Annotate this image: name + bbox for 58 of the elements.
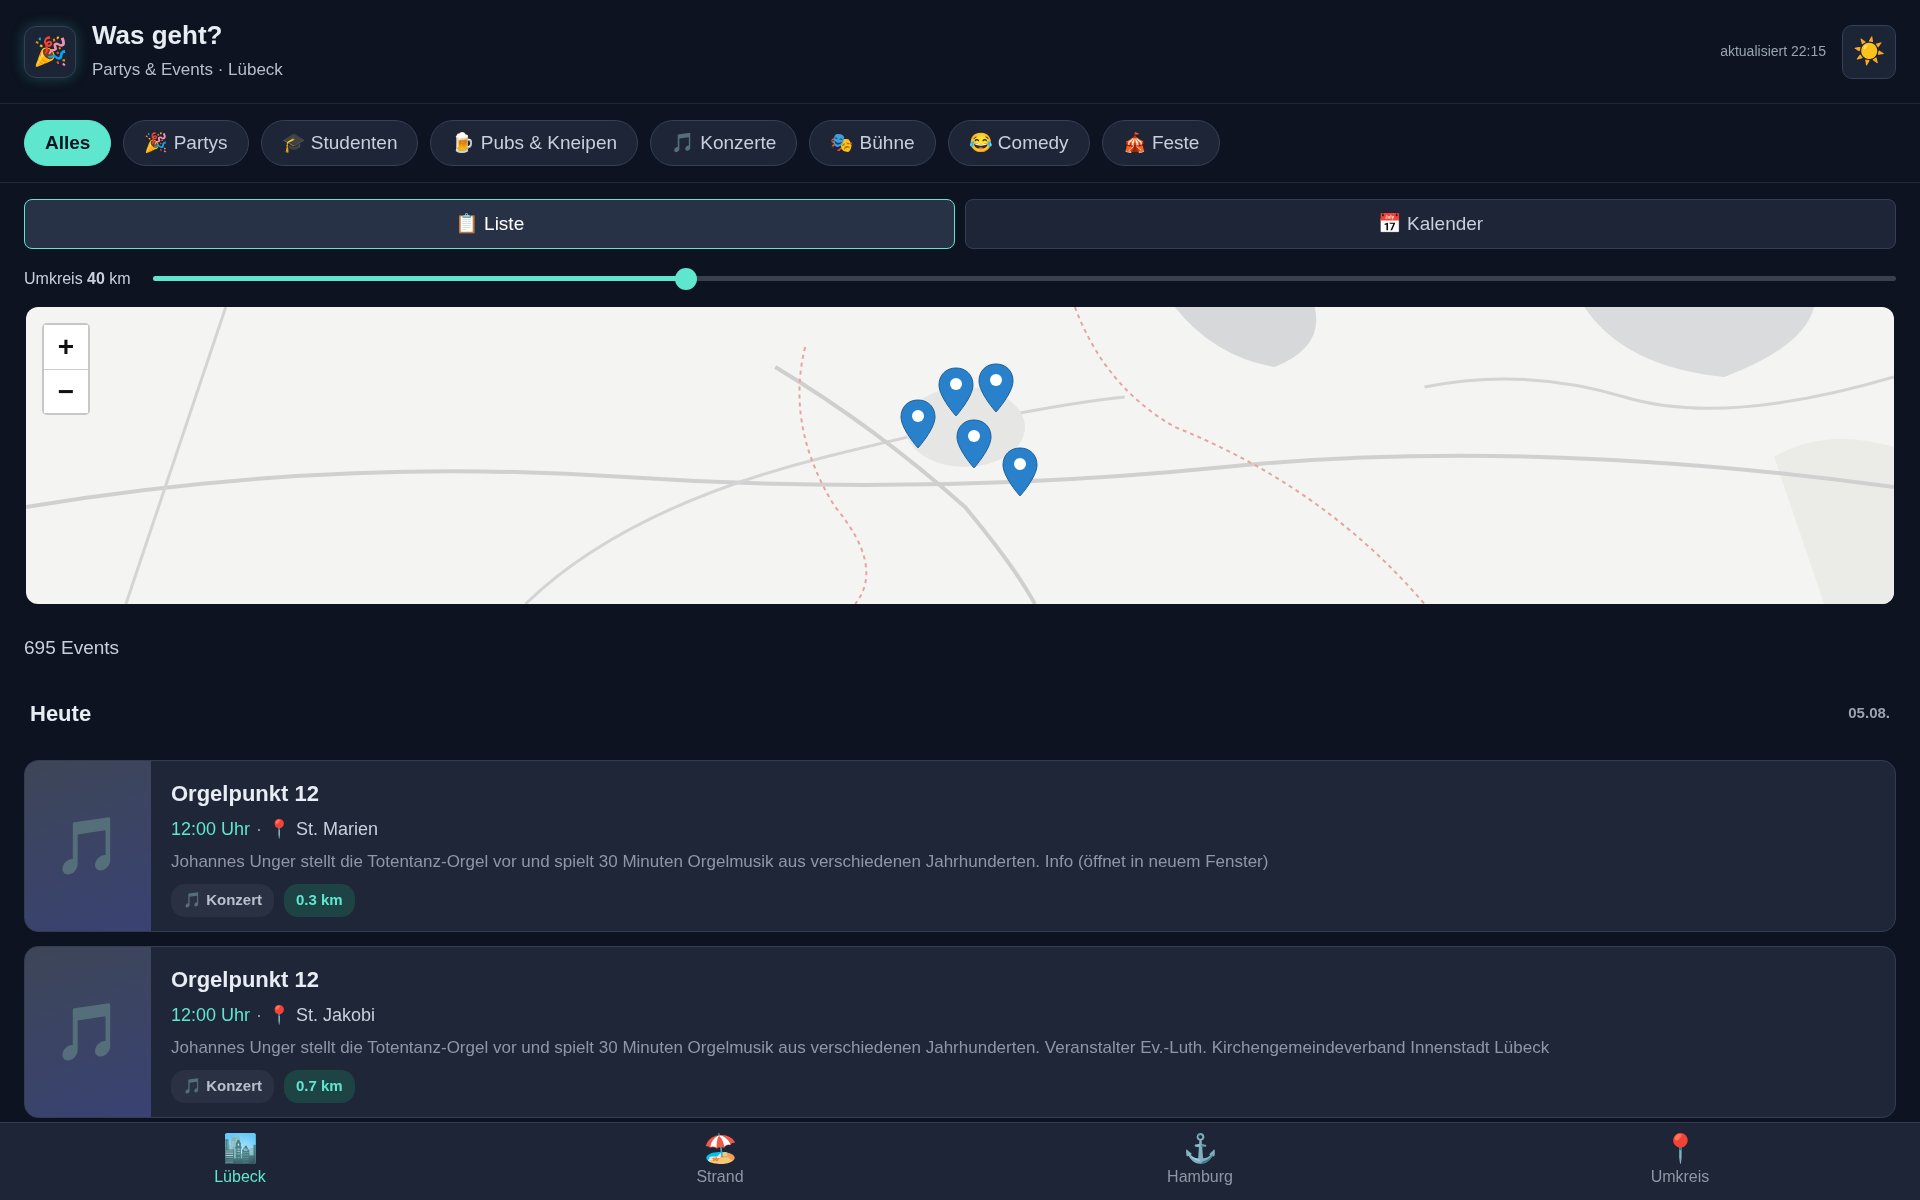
logo-icon: 🎉: [24, 25, 76, 78]
map-marker-icon[interactable]: [938, 367, 974, 417]
nav-label: Umkreis: [1650, 1166, 1710, 1187]
nav-item[interactable]: 🏖 Strand: [480, 1123, 960, 1200]
event-card[interactable]: 🎵 Orgelpunkt 12 12:00 Uhr · 📍 St. Marien Johannes Unger stellt die Totentanz-Orgel vor und spielt 30 Minuten Orgelmusik aus verschiedenen Jahrhunderten. Info (öffnet in neuem Fenster) 🎵 Konzert 0.3 km: [24, 759, 1896, 932]
event-count: 695 Events: [23, 636, 121, 660]
category-chip[interactable]: 🎉 Partys: [123, 120, 249, 166]
pin-icon: 📍: [268, 1001, 291, 1029]
category-tag: 🎵 Konzert: [171, 884, 274, 917]
event-description: Johannes Unger stellt die Totentanz-Orgel vor und spielt 30 Minuten Orgelmusik aus verschiedenen Jahrhunderten. Info (öffnet in neuem Fenster): [171, 850, 1269, 873]
app-subtitle: Partys & Events · Lübeck: [92, 59, 283, 82]
radius-slider[interactable]: [152, 268, 1896, 290]
map-marker-icon[interactable]: [978, 363, 1014, 413]
day-date: 05.08.: [1848, 702, 1890, 723]
music-note-icon: 🎵: [25, 946, 151, 1117]
map-marker-icon[interactable]: [900, 399, 936, 449]
category-chip[interactable]: Alles: [24, 120, 112, 166]
event-time: 12:00 Uhr: [171, 1003, 251, 1027]
nav-item[interactable]: ⚓ Hamburg: [960, 1123, 1440, 1200]
nav-icon: 🏖: [702, 1134, 738, 1163]
separator: ·: [256, 1003, 263, 1027]
event-venue: St. Marien: [296, 817, 379, 841]
update-time: aktualisiert 22:15: [1720, 42, 1826, 61]
distance-tag: 0.7 km: [284, 1070, 355, 1103]
nav-label: Strand: [696, 1166, 744, 1187]
nav-icon: 🏙: [222, 1134, 258, 1163]
pin-icon: 📍: [268, 815, 291, 843]
music-note-icon: 🎵: [25, 760, 151, 931]
separator: ·: [256, 817, 263, 841]
day-heading: Heute: [30, 699, 92, 728]
nav-item[interactable]: 📍 Umkreis: [1440, 1123, 1920, 1200]
event-description: Johannes Unger stellt die Totentanz-Orgel vor und spielt 30 Minuten Orgelmusik aus verschiedenen Jahrhunderten. Veranstalter Ev.-Luth. Kirchengemeindeverband Innenstadt Lübeck: [171, 1036, 1550, 1059]
category-chip[interactable]: 🎭 Bühne: [809, 120, 936, 166]
nav-label: Lübeck: [214, 1166, 266, 1187]
event-time: 12:00 Uhr: [171, 817, 251, 841]
category-chip[interactable]: 🍺 Pubs & Kneipen: [430, 120, 638, 166]
distance-tag: 0.3 km: [284, 884, 355, 917]
event-title: Orgelpunkt 12: [171, 965, 320, 994]
nav-icon: 📍: [1662, 1134, 1698, 1163]
nav-item[interactable]: 🏙 Lübeck: [0, 1123, 480, 1200]
category-chip[interactable]: 🎓 Studenten: [260, 120, 419, 166]
category-tag: 🎵 Konzert: [171, 1070, 274, 1103]
radius-label: Umkreis 40 km: [24, 269, 131, 289]
app-title: Was geht?: [92, 20, 224, 52]
category-chip[interactable]: 🎵 Konzerte: [650, 120, 798, 166]
map-marker-icon[interactable]: [956, 419, 992, 469]
event-card[interactable]: [24, 945, 1896, 1118]
view-tab[interactable]: 📅 Kalender: [965, 199, 1896, 249]
view-tab[interactable]: 📋 Liste: [24, 199, 955, 249]
event-venue: St. Jakobi: [296, 1003, 376, 1027]
category-chip[interactable]: 😂 Comedy: [947, 120, 1090, 166]
category-chip[interactable]: 🎪 Feste: [1101, 120, 1221, 166]
zoom-out-button[interactable]: −: [44, 369, 88, 413]
map-marker-icon[interactable]: [1002, 447, 1038, 497]
nav-icon: ⚓: [1182, 1134, 1218, 1163]
event-title: Orgelpunkt 12: [171, 779, 320, 808]
theme-toggle-button[interactable]: ☀: [1842, 24, 1896, 79]
nav-label: Hamburg: [1167, 1166, 1233, 1187]
